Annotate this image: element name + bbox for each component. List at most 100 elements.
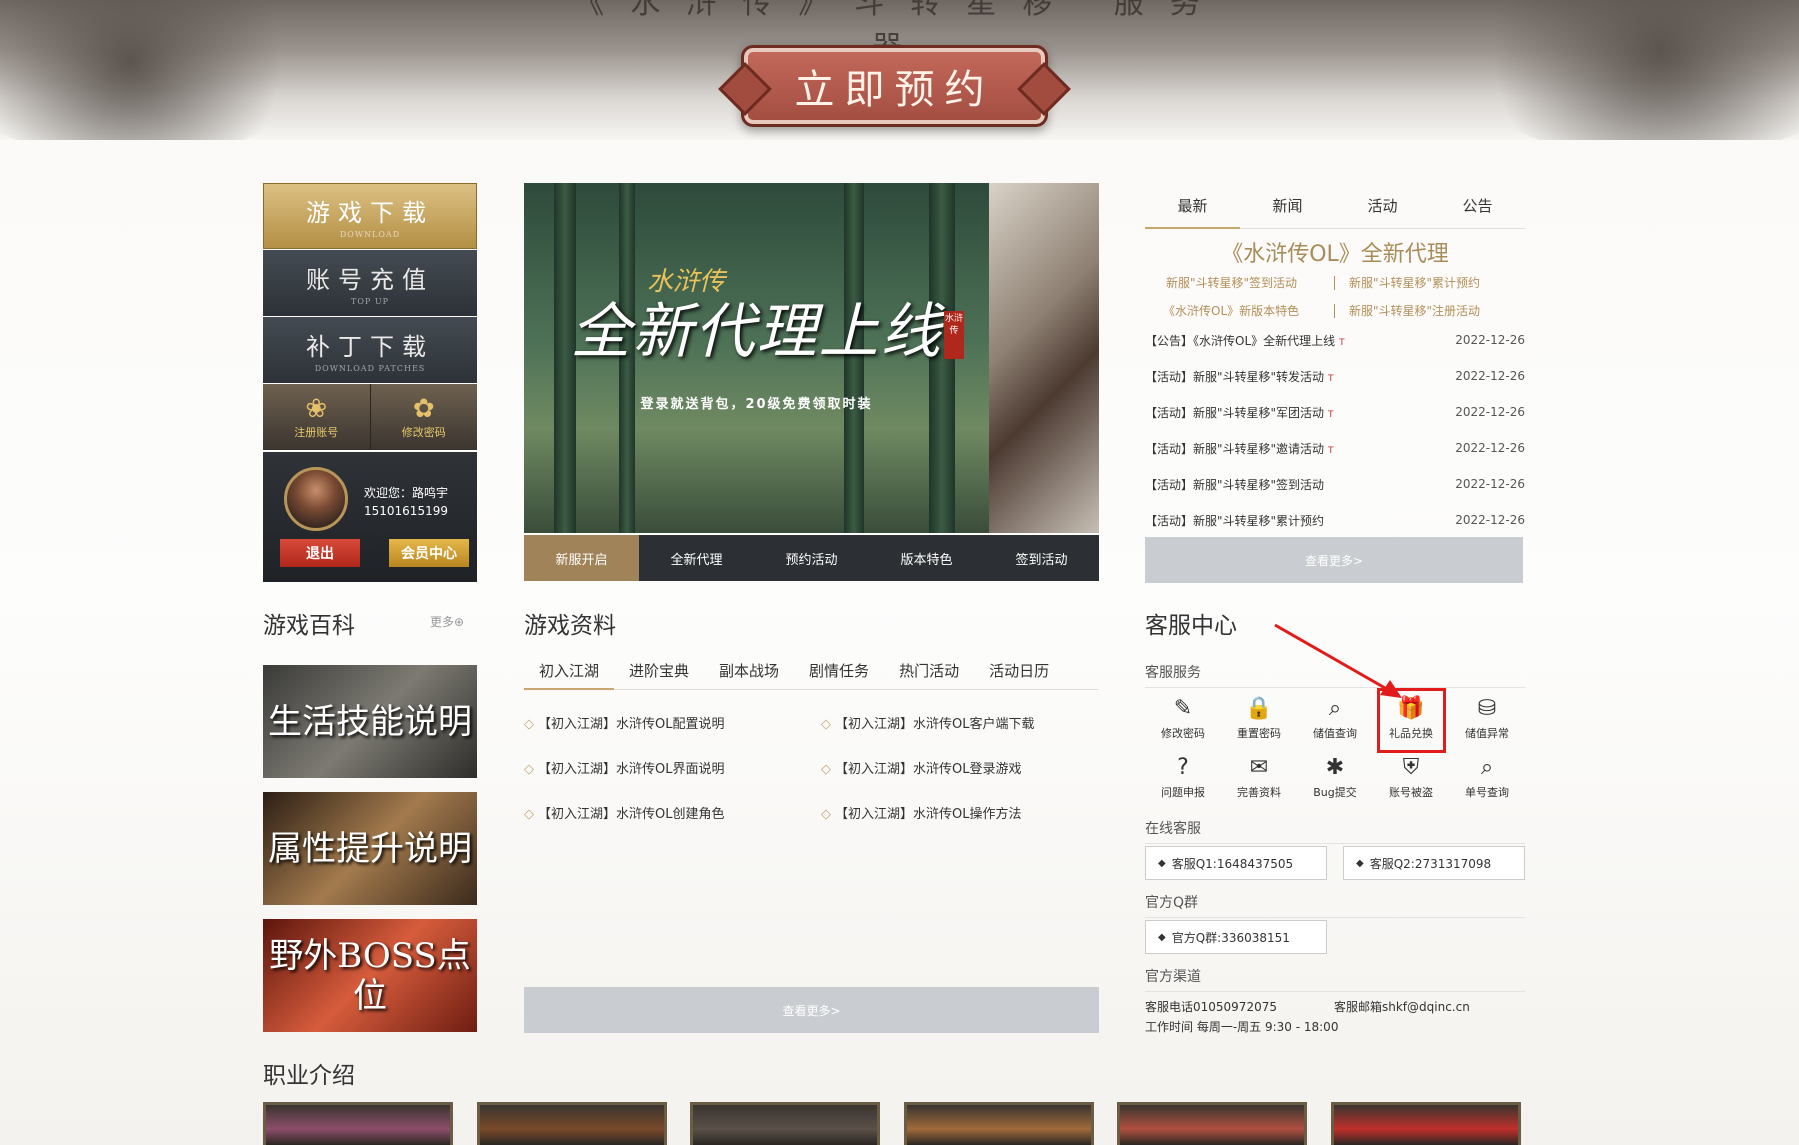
game-download-sub: DOWNLOAD bbox=[339, 230, 401, 239]
account-actions: ❀ 注册账号 ✿ 修改密码 bbox=[263, 384, 477, 450]
info-tab[interactable]: 剧情任务 bbox=[794, 652, 884, 689]
job-card[interactable] bbox=[1331, 1102, 1521, 1145]
info-tab[interactable]: 热门活动 bbox=[884, 652, 974, 689]
main-banner[interactable]: 水浒传 全新代理上线 水浒传 登录就送背包，20级免费领取时装 bbox=[524, 183, 1099, 533]
service-label: 储值查询 bbox=[1313, 727, 1357, 740]
game-download-button[interactable]: 游戏下载 DOWNLOAD bbox=[263, 183, 477, 249]
wiki-card[interactable]: 野外BOSS点位 bbox=[263, 919, 477, 1032]
change-password-button[interactable]: ✿ 修改密码 bbox=[369, 384, 478, 450]
change-password-label: 修改密码 bbox=[401, 426, 446, 439]
service-title: 客服中心 bbox=[1145, 613, 1237, 639]
wiki-card[interactable]: 生活技能说明 bbox=[263, 665, 477, 778]
register-account-button[interactable]: ❀ 注册账号 bbox=[263, 384, 370, 450]
hero-rock-right bbox=[1450, 0, 1799, 140]
user-panel: 欢迎您：路鸣宇 15101615199 退出 会员中心 bbox=[263, 452, 477, 582]
news-item-date: 2022-12-26 bbox=[1455, 333, 1525, 347]
member-center-button[interactable]: 会员中心 bbox=[389, 539, 469, 567]
job-card[interactable] bbox=[477, 1102, 667, 1145]
wiki-card[interactable]: 属性提升说明 bbox=[263, 792, 477, 905]
banner-tab[interactable]: 新服开启 bbox=[524, 535, 639, 581]
banner-tab[interactable]: 签到活动 bbox=[984, 535, 1099, 581]
banner-character bbox=[989, 183, 1099, 533]
news-item[interactable]: 【活动】新服"斗转星移"转发活动 T 2022-12-26 bbox=[1145, 366, 1525, 386]
info-tab[interactable]: 初入江湖 bbox=[524, 652, 615, 690]
wiki-title: 游戏百科 bbox=[263, 613, 355, 639]
service-recharge-query[interactable]: ⌕ 储值查询 bbox=[1302, 695, 1368, 751]
service-qq-1[interactable]: 客服Q1:1648437505 bbox=[1145, 846, 1327, 880]
official-qq-group[interactable]: 官方Q群:336038151 bbox=[1145, 920, 1327, 954]
hot-tag: T bbox=[1328, 373, 1334, 384]
banner-stamp: 水浒传 bbox=[944, 311, 964, 359]
hot-tag: T bbox=[1328, 409, 1334, 420]
bug-icon: ✱ bbox=[1325, 755, 1345, 780]
info-item[interactable]: 【初入江湖】水浒传OL创建角色 bbox=[524, 803, 724, 822]
info-item[interactable]: 【初入江湖】水浒传OL登录游戏 bbox=[821, 758, 1021, 777]
service-bug-submit[interactable]: ✱ Bug提交 bbox=[1302, 754, 1368, 810]
edit-icon: ✎ bbox=[1173, 696, 1193, 721]
news-item[interactable]: 【活动】新服"斗转星移"签到活动 2022-12-26 bbox=[1145, 474, 1525, 494]
official-group-subtitle: 官方Q群 bbox=[1145, 892, 1525, 918]
news-item-title: 【公告】《水浒传OL》全新代理上线 bbox=[1145, 333, 1336, 348]
game-download-label: 游戏下载 bbox=[306, 199, 434, 227]
banner-tabs: 新服开启 全新代理 预约活动 版本特色 签到活动 bbox=[524, 535, 1099, 581]
official-channel-subtitle: 官方渠道 bbox=[1145, 966, 1525, 992]
info-item[interactable]: 【初入江湖】水浒传OL界面说明 bbox=[524, 758, 724, 777]
news-item-title: 【活动】新服"斗转星移"转发活动 bbox=[1145, 369, 1325, 384]
hero-rock-left bbox=[0, 0, 320, 140]
news-more-button[interactable]: 查看更多> bbox=[1145, 537, 1523, 583]
news-link[interactable]: 《水浒传OL》新版本特色 bbox=[1163, 302, 1299, 319]
service-report-issue[interactable]: ? 问题申报 bbox=[1150, 754, 1216, 810]
info-item[interactable]: 【初入江湖】水浒传OL操作方法 bbox=[821, 803, 1021, 822]
news-tab-news[interactable]: 新闻 bbox=[1240, 183, 1335, 228]
banner-tab[interactable]: 预约活动 bbox=[754, 535, 869, 581]
register-icon: ❀ bbox=[305, 394, 328, 424]
news-item[interactable]: 【活动】新服"斗转星移"累计预约 2022-12-26 bbox=[1145, 510, 1525, 530]
news-link[interactable]: 新服"斗转星移"累计预约 bbox=[1349, 274, 1480, 291]
info-tab[interactable]: 副本战场 bbox=[704, 652, 794, 689]
question-icon: ? bbox=[1177, 755, 1189, 780]
service-qq-2[interactable]: 客服Q2:2731317098 bbox=[1343, 846, 1525, 880]
logout-button[interactable]: 退出 bbox=[280, 539, 360, 567]
service-reset-password[interactable]: 🔒 重置密码 bbox=[1226, 695, 1292, 751]
news-tab-notices[interactable]: 公告 bbox=[1430, 183, 1525, 228]
news-headline[interactable]: 《水浒传OL》全新代理 bbox=[1145, 236, 1525, 268]
service-order-query[interactable]: ⌕ 单号查询 bbox=[1454, 754, 1520, 810]
banner-tab[interactable]: 版本特色 bbox=[869, 535, 984, 581]
job-card[interactable] bbox=[690, 1102, 880, 1145]
info-more-button[interactable]: 查看更多> bbox=[524, 987, 1099, 1033]
banner-tab[interactable]: 全新代理 bbox=[639, 535, 754, 581]
info-tabs: 初入江湖 进阶宝典 副本战场 剧情任务 热门活动 活动日历 bbox=[524, 652, 1099, 690]
online-service-subtitle: 在线客服 bbox=[1145, 818, 1525, 844]
service-recharge-error[interactable]: ⛁ 储值异常 bbox=[1454, 695, 1520, 751]
news-tab-events[interactable]: 活动 bbox=[1335, 183, 1430, 228]
service-account-stolen[interactable]: ⛨ 账号被盗 bbox=[1378, 754, 1444, 810]
news-tab-latest[interactable]: 最新 bbox=[1145, 183, 1240, 229]
service-change-password[interactable]: ✎ 修改密码 bbox=[1150, 695, 1216, 751]
service-label: 重置密码 bbox=[1237, 727, 1281, 740]
job-card[interactable] bbox=[904, 1102, 1094, 1145]
news-item[interactable]: 【活动】新服"斗转星移"军团活动 T 2022-12-26 bbox=[1145, 402, 1525, 422]
wiki-more-link[interactable]: 更多⊕ bbox=[430, 613, 464, 630]
job-card[interactable] bbox=[1117, 1102, 1307, 1145]
news-separator bbox=[1334, 304, 1335, 318]
banner-title: 全新代理上线 bbox=[570, 297, 943, 367]
avatar bbox=[284, 467, 348, 531]
news-item[interactable]: 【公告】《水浒传OL》全新代理上线 T 2022-12-26 bbox=[1145, 330, 1525, 350]
info-tab[interactable]: 活动日历 bbox=[974, 652, 1064, 689]
account-topup-button[interactable]: 账号充值 TOP UP bbox=[263, 250, 477, 316]
news-link[interactable]: 新服"斗转星移"注册活动 bbox=[1349, 302, 1480, 319]
info-item[interactable]: 【初入江湖】水浒传OL客户端下载 bbox=[821, 713, 1034, 732]
info-item[interactable]: 【初入江湖】水浒传OL配置说明 bbox=[524, 713, 724, 732]
reserve-button[interactable]: 立即预约 bbox=[741, 45, 1048, 127]
patch-download-sub: DOWNLOAD PATCHES bbox=[314, 364, 426, 373]
service-complete-profile[interactable]: ✉ 完善资料 bbox=[1226, 754, 1292, 810]
service-label: 完善资料 bbox=[1237, 786, 1281, 799]
service-label: 修改密码 bbox=[1161, 727, 1205, 740]
service-email: 客服邮箱shkf@dqinc.cn bbox=[1334, 1000, 1470, 1014]
patch-download-button[interactable]: 补丁下载 DOWNLOAD PATCHES bbox=[263, 317, 477, 383]
news-item[interactable]: 【活动】新服"斗转星移"邀请活动 T 2022-12-26 bbox=[1145, 438, 1525, 458]
news-link[interactable]: 新服"斗转星移"签到活动 bbox=[1166, 274, 1297, 291]
service-phone: 客服电话01050972075 bbox=[1145, 1000, 1277, 1014]
info-tab[interactable]: 进阶宝典 bbox=[614, 652, 704, 689]
job-card[interactable] bbox=[263, 1102, 453, 1145]
